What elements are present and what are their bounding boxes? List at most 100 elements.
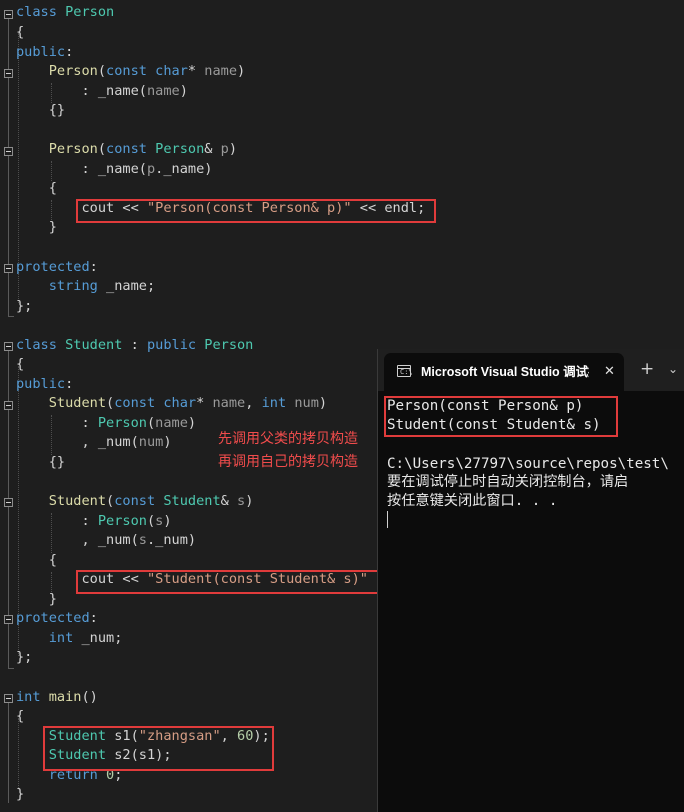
code-line[interactable]: { (16, 551, 57, 571)
parameter: num (138, 434, 164, 450)
punctuation: ( (97, 141, 107, 157)
constructor-name: Student (48, 493, 107, 509)
code-line[interactable]: } (16, 590, 57, 610)
brace: } (16, 786, 25, 802)
console-output-line: 要在调试停止时自动关闭控制台，请启 (387, 474, 629, 490)
code-line[interactable]: protected: (16, 258, 98, 278)
keyword: const (114, 493, 156, 509)
fold-toggle-icon[interactable] (4, 342, 13, 351)
keyword: class (16, 4, 57, 20)
class-name: Student (163, 493, 221, 509)
code-line[interactable]: int main() (16, 688, 98, 708)
highlight-box-main-calls (43, 726, 274, 771)
parameter: s (237, 493, 246, 509)
punctuation: ) (187, 532, 197, 548)
code-line[interactable]: { (16, 23, 24, 43)
code-line[interactable]: public: (16, 375, 73, 395)
fold-toggle-icon[interactable] (4, 694, 13, 703)
parameter: name (155, 415, 188, 431)
punctuation: ( (106, 395, 115, 411)
code-line[interactable]: {} (16, 453, 65, 473)
code-line[interactable]: public: (16, 43, 73, 63)
function-name: main (48, 689, 82, 705)
access-specifier: protected (16, 610, 90, 626)
punctuation: : (122, 337, 147, 353)
keyword: int (16, 689, 41, 705)
fold-toggle-icon[interactable] (4, 264, 13, 273)
access-specifier: public (16, 376, 66, 392)
highlight-box-console-output (384, 396, 618, 437)
fold-toggle-icon[interactable] (4, 69, 13, 78)
code-line[interactable]: : _name(name) (16, 82, 187, 102)
console-icon: C:\ (397, 365, 413, 377)
brace: { (16, 180, 57, 196)
punctuation: : (65, 44, 74, 60)
punctuation: : (65, 376, 74, 392)
code-line[interactable]: int _num; (16, 629, 123, 649)
punctuation: ( (138, 161, 147, 177)
code-line[interactable]: : Person(s) (16, 512, 171, 532)
punctuation: & (220, 493, 238, 509)
code-line[interactable]: class Student : public Person (16, 336, 253, 356)
code-line[interactable]: }; (16, 297, 32, 317)
code-line[interactable]: } (16, 218, 57, 238)
keyword: public (146, 337, 197, 353)
code-line[interactable]: : Person(name) (16, 414, 196, 434)
member: _name (106, 278, 147, 294)
code-line[interactable]: Person(const Person& p) (16, 140, 237, 160)
terminal-tab-bar: C:\ Microsoft Visual Studio 调试控制台 ✕ + ⌄ (378, 349, 684, 391)
code-line[interactable]: Student(const Student& s) (16, 492, 254, 512)
keyword: char (155, 63, 188, 79)
code-line[interactable]: { (16, 707, 24, 727)
access-specifier: protected (16, 259, 90, 275)
keyword: const (114, 395, 156, 411)
code-line[interactable]: string _name; (16, 277, 155, 297)
fold-toggle-icon[interactable] (4, 147, 13, 156)
class-name: Person (65, 4, 115, 20)
fold-toggle-icon[interactable] (4, 498, 13, 507)
code-line[interactable]: protected: (16, 609, 98, 629)
punctuation: & (204, 141, 221, 157)
keyword: const (106, 141, 147, 157)
fold-toggle-icon[interactable] (4, 10, 13, 19)
code-line[interactable]: class Person (16, 3, 114, 23)
code-line[interactable]: Student(const char* name, int num) (16, 394, 327, 414)
code-line[interactable]: , _num(s._num) (16, 531, 196, 551)
code-line[interactable]: { (16, 355, 24, 375)
brace: {} (16, 454, 66, 470)
debug-console-window[interactable]: C:\ Microsoft Visual Studio 调试控制台 ✕ + ⌄ … (377, 349, 684, 812)
brace: } (16, 219, 57, 235)
access-specifier: public (16, 44, 66, 60)
keyword: char (163, 395, 197, 411)
brace: {} (16, 102, 66, 118)
class-name: Person (155, 141, 205, 157)
code-line[interactable]: }; (16, 648, 32, 668)
highlight-box-student-cout (76, 570, 398, 594)
console-icon-label: C:\ (400, 368, 413, 376)
constructor-name: Student (48, 395, 107, 411)
close-icon[interactable]: ✕ (604, 362, 615, 382)
punctuation: ; (114, 630, 123, 646)
chevron-down-icon[interactable]: ⌄ (668, 359, 678, 379)
terminal-tab[interactable]: C:\ Microsoft Visual Studio 调试控制台 ✕ (384, 353, 624, 391)
punctuation: () (81, 689, 98, 705)
code-line[interactable]: : _name(p._name) (16, 160, 212, 180)
code-line[interactable]: } (16, 785, 24, 805)
code-line[interactable]: Person(const char* name) (16, 62, 245, 82)
punctuation: ) (318, 395, 328, 411)
code-line[interactable]: { (16, 179, 57, 199)
plus-icon[interactable]: + (640, 359, 654, 379)
member: _num (81, 630, 115, 646)
brace: }; (16, 649, 33, 665)
brace: { (16, 708, 25, 724)
fold-toggle-icon[interactable] (4, 401, 13, 410)
punctuation: ; (146, 278, 156, 294)
punctuation: ( (146, 415, 156, 431)
code-line[interactable]: , _num(num) (16, 433, 171, 453)
code-line[interactable]: {} (16, 101, 65, 121)
fold-toggle-icon[interactable] (4, 615, 13, 624)
